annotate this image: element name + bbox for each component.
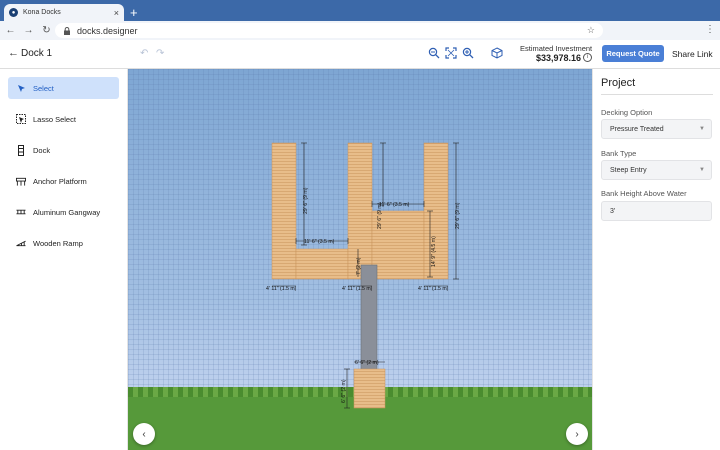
chevron-left-icon: ‹ <box>142 428 146 440</box>
new-tab-button[interactable]: + <box>130 4 138 21</box>
dim-width-center: 4' 11" (1.5 m) <box>342 286 373 292</box>
request-quote-button[interactable]: Request Quote <box>602 45 664 62</box>
panel-title: Project <box>601 77 636 89</box>
zoom-in-icon[interactable] <box>462 47 474 59</box>
lasso-icon <box>16 114 26 124</box>
tool-label: Anchor Platform <box>33 176 87 186</box>
globe-icon: ● <box>9 8 18 17</box>
lock-icon <box>64 26 70 35</box>
browser-menu-icon[interactable]: ⋮ <box>705 24 715 35</box>
dim-left-connector: 11' 6" (3.5 m) <box>304 239 335 245</box>
browser-tab[interactable]: ● Kona Docks × <box>4 4 124 21</box>
decking-option-value: Pressure Treated <box>610 125 664 133</box>
dim-platform-height: 6' 6" (2 m) <box>341 379 347 403</box>
dim-width-left: 4' 11" (1.5 m) <box>266 286 297 292</box>
tool-label: Select <box>33 83 54 93</box>
bank-height-input[interactable]: 3' <box>601 201 712 221</box>
tool-label: Dock <box>33 145 51 155</box>
fit-screen-icon[interactable] <box>445 47 457 59</box>
tool-sidebar: Select Lasso Select Dock Anchor Platform… <box>0 69 128 450</box>
bookmark-star-icon[interactable]: ☆ <box>587 25 595 36</box>
page-title: Dock 1 <box>21 48 53 59</box>
bank-type-label: Bank Type <box>601 149 637 158</box>
redo-icon[interactable]: ↷ <box>156 48 164 59</box>
tool-label: Aluminum Gangway <box>33 207 101 217</box>
tool-aluminum-gangway[interactable]: Aluminum Gangway <box>8 201 119 223</box>
bank-type-value: Steep Entry <box>610 166 647 174</box>
dock-icon <box>16 144 26 156</box>
3d-view-icon[interactable] <box>491 47 503 59</box>
dim-left-leg-height: 29' 6" (9 m) <box>303 187 309 214</box>
info-icon[interactable]: i <box>583 53 592 62</box>
chevron-right-icon: › <box>575 428 579 440</box>
estimated-investment-label: Estimated Investment <box>520 44 593 53</box>
dim-center-lower: 7' (2 m) <box>356 257 362 275</box>
dock-drawing: 29' 6" (9 m) 11' 6" (3.5 m) 29' 6" (9 m)… <box>266 142 461 409</box>
back-arrow-icon[interactable]: ← <box>8 47 19 59</box>
design-canvas[interactable]: 29' 6" (9 m) 11' 6" (3.5 m) 29' 6" (9 m)… <box>128 69 592 450</box>
dim-right-leg-height: 29' 6" (9 m) <box>455 202 461 229</box>
tool-dock[interactable]: Dock <box>8 139 119 161</box>
bank-height-label: Bank Height Above Water <box>601 189 687 198</box>
anchor-platform-icon <box>16 176 26 186</box>
project-panel: Project Decking Option Pressure Treated … <box>592 69 720 450</box>
reload-icon[interactable]: ↻ <box>39 25 54 36</box>
tool-wooden-ramp[interactable]: Wooden Ramp <box>8 232 119 254</box>
dim-right-inner-height: 14' 9" (4.5 m) <box>431 236 437 267</box>
decking-option-label: Decking Option <box>601 108 653 117</box>
bank-type-select[interactable]: Steep Entry ▼ <box>601 160 712 180</box>
forward-icon[interactable]: → <box>21 25 36 36</box>
app-header: ← Dock 1 ↶ ↷ Estimated Investment $33,97… <box>0 40 720 69</box>
dropdown-caret-icon: ▼ <box>699 126 705 132</box>
browser-toolbar: ← → ↻ docks.designer ☆ ⋮ <box>0 21 720 40</box>
bank-height-value: 3' <box>610 207 616 215</box>
dim-width-right: 4' 11" (1.5 m) <box>418 286 449 292</box>
tool-lasso-select[interactable]: Lasso Select <box>8 108 119 130</box>
dim-right-connector: 11' 6" (3.5 m) <box>379 202 410 208</box>
dock-left-connector[interactable] <box>295 248 349 280</box>
tool-anchor-platform[interactable]: Anchor Platform <box>8 170 119 192</box>
tool-label: Lasso Select <box>33 114 76 124</box>
pointer-icon <box>16 83 26 93</box>
dock-left-leg[interactable] <box>271 142 297 280</box>
share-link-button[interactable]: Share Link <box>672 49 713 59</box>
tool-label: Wooden Ramp <box>33 238 83 248</box>
zoom-out-icon[interactable] <box>428 47 440 59</box>
dropdown-caret-icon: ▼ <box>699 167 705 173</box>
back-icon[interactable]: ← <box>3 25 18 36</box>
gangway-icon <box>16 207 26 217</box>
tab-title: Kona Docks <box>23 9 61 16</box>
decking-option-select[interactable]: Pressure Treated ▼ <box>601 119 712 139</box>
panel-divider <box>601 94 713 95</box>
scroll-left-button[interactable]: ‹ <box>133 423 155 445</box>
aluminum-gangway[interactable] <box>360 264 378 372</box>
tool-select[interactable]: Select <box>8 77 119 99</box>
undo-icon[interactable]: ↶ <box>140 48 148 59</box>
scroll-right-button[interactable]: › <box>566 423 588 445</box>
ramp-icon <box>16 238 26 248</box>
dim-platform-width: 6' 6" (2 m) <box>355 360 379 366</box>
estimated-investment-value: $33,978.16 <box>536 53 582 63</box>
tab-close-button[interactable]: × <box>114 8 119 18</box>
anchor-platform[interactable] <box>353 368 386 409</box>
address-bar[interactable]: docks.designer ☆ <box>55 23 603 38</box>
url-text: docks.designer <box>77 25 138 36</box>
